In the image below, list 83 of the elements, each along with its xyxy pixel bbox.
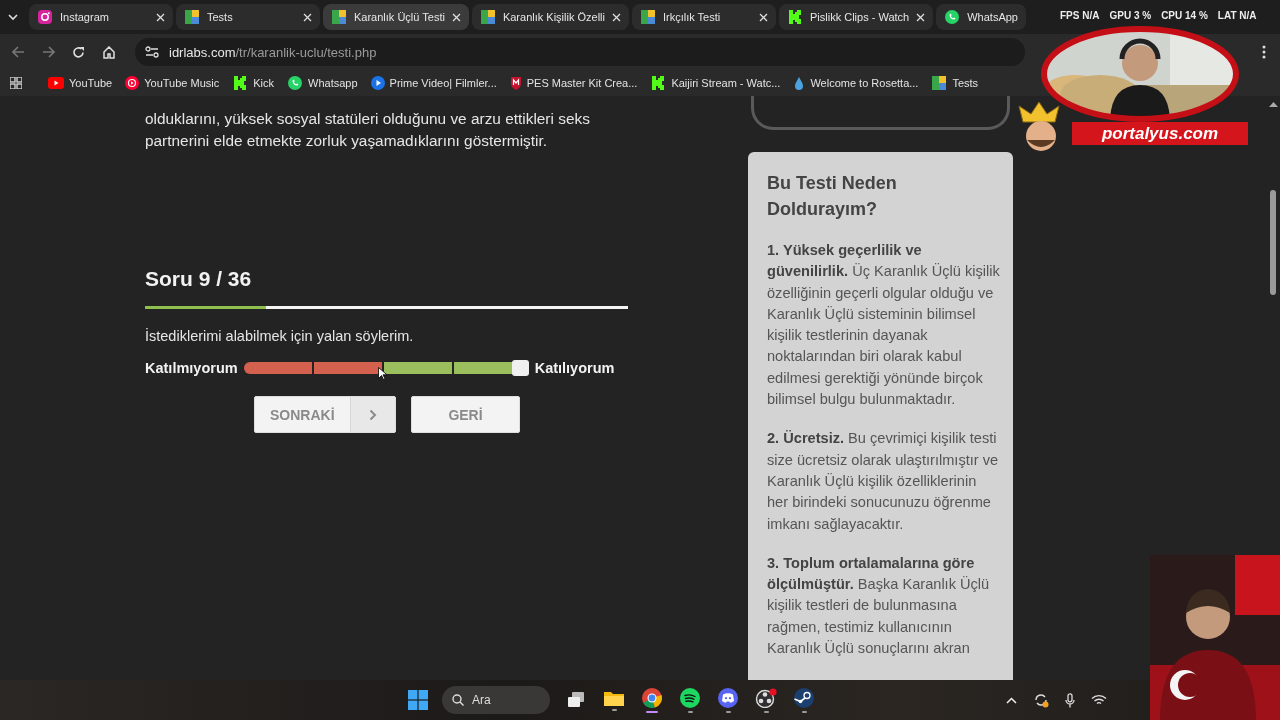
stat-readout: FPS N/A [1060,10,1100,21]
bookmark-icon [125,76,140,90]
stream-banner: portalyus.com [1072,122,1248,145]
favicon-icon [944,9,961,25]
bookmark-link[interactable]: Kick [232,75,275,91]
close-icon[interactable] [451,12,461,22]
favicon-icon [331,9,347,25]
favicon-icon [640,9,656,25]
browser-tab[interactable]: Karanlık Kişilik Özelli [471,4,629,30]
bookmark-link[interactable]: Welcome to Rosetta... [793,75,919,91]
favicon-icon [37,9,53,25]
url-text: idrlabs.com/tr/karanlik-uclu/testi.php [169,44,377,60]
browser-tab[interactable]: Pislikk Clips - Watch [779,4,934,30]
browser-tab[interactable]: Karanlık Üçlü Testi [323,4,469,30]
close-icon[interactable] [759,12,768,22]
site-info-icon[interactable] [145,46,159,58]
bookmark-link[interactable]: Kaijiri Stream - Watc... [650,75,781,91]
browser-tab[interactable]: Tests [176,4,320,30]
chat-app-icon[interactable] [718,687,738,708]
question-text: İstediklerimi alabilmek için yalan söylerim. [145,327,415,346]
favicon-icon [787,9,803,25]
scale-label: Katılmıyorum [145,360,238,376]
search-icon [452,694,464,706]
card-title: Bu Testi Neden Doldurayım? [767,172,898,221]
close-icon[interactable] [916,12,926,22]
bookmark-icon [931,75,948,91]
browser-icon[interactable] [642,687,662,708]
bookmark-link[interactable]: Prime Video| Filmler... [370,76,497,90]
back-icon[interactable] [12,46,25,58]
paragraph: olduklarını, yüksek sosyal statüleri olduğunu ve arzu ettikleri seks partnerini elde etmekte zorluk yaşamadıklarını göstermiştir. [145,109,591,151]
bookmark-link[interactable]: Tests [931,75,979,91]
bookmark-icon [650,75,667,91]
close-icon[interactable] [303,12,312,22]
paragraph: 2. Ücretsiz. Bu çevrimiçi kişilik testi size ücretsiz olarak ulaştırılmıştır ve Karanlık Üçlü kişilik özelliklerinin her birindeki sonucunuzu öğrenme imkanı sağlayacaktır. [767,429,1000,534]
bookmark-link[interactable]: YouTube Music [125,76,220,90]
start-icon[interactable] [408,690,428,710]
bookmark-link[interactable]: PES Master Kit Crea... [509,76,638,90]
cursor-icon [378,367,387,380]
microphone-icon[interactable] [1065,692,1075,708]
game-store-icon[interactable] [794,687,814,708]
bookmark-link[interactable]: YouTube [48,77,113,89]
close-icon[interactable] [612,12,621,22]
wifi-icon[interactable] [1091,694,1107,706]
browser-tab[interactable]: Irkçılık Testi [632,4,776,30]
paragraph: 3. Toplum ortalamalarına göre ölçülmüştür. Başka Karanlık Üçlü kişilik testleri de bulunmasına rağmen, testimiz kullanıcının Karanlık Üçlü sonuçlarını akran [767,553,991,659]
stat-readout: CPU 14 % [1161,10,1208,21]
reload-icon[interactable] [72,45,85,59]
search-placeholder: Ara [472,693,491,707]
scale-label: Katılıyorum [534,360,615,376]
answer-slider[interactable] [243,362,529,374]
bookmark-icon [48,77,64,89]
tab-list-caret-icon[interactable] [8,13,18,21]
paragraph: 1. Yüksek geçerlilik ve güvenilirlik. Üç Karanlık Üçlü kişilik özelliğinin geçerli olgular olduğu ve Karanlık Üçlü sisteminin bilimsel kişilik testlerinin dayanak noktalarından biri olarak kabul edilmesi gerektiği yönünde birçok bilimsel bulgu bulunmaktadır. [767,241,1001,410]
question-number: Soru 9 / 36 [145,266,253,292]
close-icon[interactable] [156,12,165,22]
folder-icon[interactable] [604,689,624,706]
scroll-up-icon[interactable] [1269,101,1278,107]
bookmark-icon [370,76,385,90]
favicon-icon [184,9,200,25]
chevron-icon [368,408,377,421]
browser-tab[interactable]: Instagram [29,4,173,30]
search-field[interactable]: Ara [442,686,550,714]
sync-icon[interactable] [1033,692,1049,708]
bookmark-icon [232,75,249,91]
stat-readout: GPU 3 % [1109,10,1152,21]
task-view-icon[interactable] [567,692,585,708]
slider-thumb[interactable] [511,360,529,376]
scrollbar-thumb[interactable] [1270,190,1276,295]
stat-readout: LAT N/A [1217,10,1257,21]
bookmark-link[interactable]: Whatsapp [287,75,358,91]
address-bar[interactable]: idrlabs.com/tr/karanlik-uclu/testi.php [135,38,1025,66]
chevron-up-icon[interactable] [1006,696,1017,704]
bookmark-icon [509,76,522,90]
menu-icon[interactable] [1262,45,1266,59]
music-app-icon[interactable] [680,687,700,708]
apps-icon[interactable] [10,77,22,89]
home-icon[interactable] [102,45,116,59]
bookmark-icon [287,75,304,91]
recorder-icon[interactable] [755,687,777,708]
browser-tab[interactable]: WhatsApp [936,4,1026,30]
forward-icon[interactable] [42,46,55,58]
bookmark-icon [793,75,806,91]
favicon-icon [479,9,496,25]
